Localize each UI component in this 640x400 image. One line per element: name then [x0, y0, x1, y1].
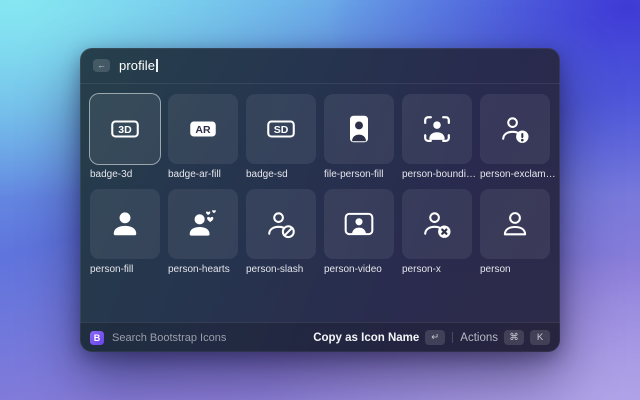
icon-result-label: person-video: [324, 264, 400, 275]
icon-result-label: badge-sd: [246, 169, 322, 180]
tile: SD: [246, 94, 316, 164]
icon-result-label: person-bounding-box: [402, 169, 478, 180]
arrow-left-icon: ←: [97, 61, 106, 70]
icon-result-person-fill[interactable]: person-fill: [90, 189, 160, 275]
search-header: ← profile: [80, 48, 560, 84]
tile: [168, 189, 238, 259]
icon-result-label: person-hearts: [168, 264, 244, 275]
icon-result-person[interactable]: person: [480, 189, 550, 275]
person-hearts-icon: [188, 209, 218, 239]
tile: [324, 189, 394, 259]
file-person-fill-icon: [344, 114, 374, 144]
footer: B Search Bootstrap Icons Copy as Icon Na…: [80, 322, 560, 352]
actions-label: Actions: [460, 332, 498, 344]
svg-text:3D: 3D: [118, 124, 132, 136]
person-fill-icon: [110, 209, 140, 239]
icon-result-person-slash[interactable]: person-slash: [246, 189, 316, 275]
tile: [402, 94, 472, 164]
person-icon: [500, 209, 530, 239]
k-key-badge: K: [530, 330, 550, 345]
svg-text:AR: AR: [195, 124, 211, 136]
search-value: profile: [119, 58, 155, 73]
enter-key-badge: ↵: [425, 330, 445, 345]
icon-result-badge-sd[interactable]: SD badge-sd: [246, 94, 316, 180]
back-button[interactable]: ←: [93, 59, 110, 72]
person-slash-icon: [266, 209, 296, 239]
icon-result-person-video[interactable]: person-video: [324, 189, 394, 275]
person-video-icon: [344, 209, 374, 239]
footer-divider: [452, 332, 453, 343]
search-input[interactable]: profile: [119, 48, 547, 83]
tile: [402, 189, 472, 259]
person-bounding-box-icon: [422, 114, 452, 144]
icon-result-label: file-person-fill: [324, 169, 400, 180]
cmd-key-badge: ⌘: [504, 330, 524, 345]
icon-result-person-exclamation[interactable]: person-exclamation: [480, 94, 550, 180]
person-x-icon: [422, 209, 452, 239]
tile: [480, 94, 550, 164]
icon-result-person-bounding-box[interactable]: person-bounding-box: [402, 94, 472, 180]
icon-search-palette-window: ← profile 3D badge-3d: [80, 48, 560, 352]
icon-result-label: person-x: [402, 264, 478, 275]
icon-result-label: person-exclamation: [480, 169, 556, 180]
icon-result-label: person-slash: [246, 264, 322, 275]
icon-result-label: badge-3d: [90, 169, 166, 180]
footer-actions: Copy as Icon Name ↵ Actions ⌘ K: [313, 330, 550, 345]
bootstrap-logo-icon: B: [90, 331, 104, 345]
text-caret: [156, 59, 158, 72]
icon-result-label: badge-ar-fill: [168, 169, 244, 180]
desktop-background: ← profile 3D badge-3d: [0, 0, 640, 400]
extension-name: Search Bootstrap Icons: [112, 332, 226, 344]
badge-3d-icon: 3D: [110, 114, 140, 144]
tile: [246, 189, 316, 259]
tile: [480, 189, 550, 259]
tile: AR: [168, 94, 238, 164]
actions-button[interactable]: Actions ⌘ K: [460, 330, 550, 345]
tile: [324, 94, 394, 164]
copy-as-icon-name-button[interactable]: Copy as Icon Name ↵: [313, 330, 445, 345]
selected-tile: 3D: [90, 94, 160, 164]
icon-result-badge-3d[interactable]: 3D badge-3d: [90, 94, 160, 180]
icon-result-label: person-fill: [90, 264, 166, 275]
primary-action-label: Copy as Icon Name: [313, 332, 419, 344]
icon-result-person-x[interactable]: person-x: [402, 189, 472, 275]
results-grid: 3D badge-3d AR badge-ar-fill: [80, 84, 560, 322]
badge-ar-fill-icon: AR: [188, 114, 218, 144]
icon-result-badge-ar-fill[interactable]: AR badge-ar-fill: [168, 94, 238, 180]
icon-result-person-hearts[interactable]: person-hearts: [168, 189, 238, 275]
person-exclamation-icon: [500, 114, 530, 144]
tile: [90, 189, 160, 259]
badge-sd-icon: SD: [266, 114, 296, 144]
svg-text:SD: SD: [274, 124, 289, 136]
icon-result-label: person: [480, 264, 556, 275]
icon-result-file-person-fill[interactable]: file-person-fill: [324, 94, 394, 180]
